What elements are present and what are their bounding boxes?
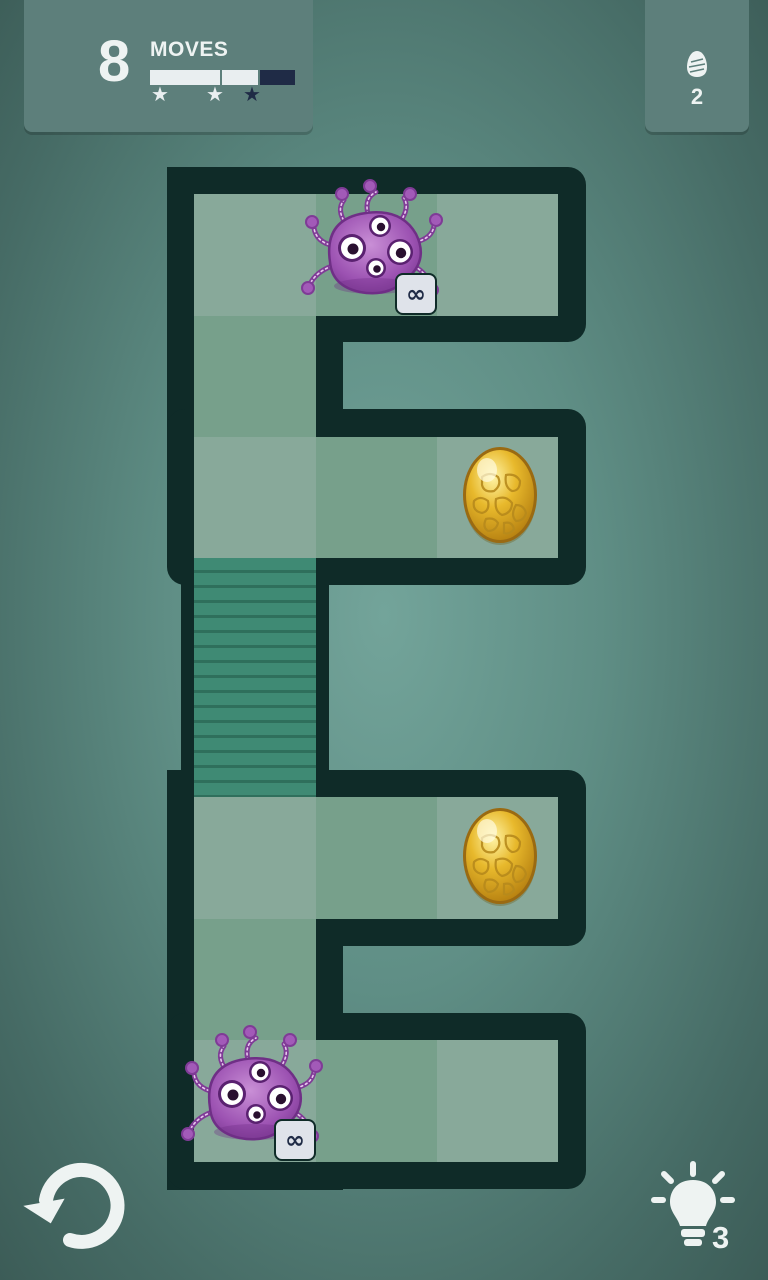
hint-count: 3 [712, 1220, 730, 1255]
infinity-badge: ∞ [395, 273, 437, 315]
floor-tile[interactable] [316, 437, 437, 558]
floor-tile[interactable] [437, 194, 558, 316]
undo-icon[interactable] [22, 1160, 126, 1252]
floor-tile[interactable] [194, 797, 316, 919]
floor-tile[interactable] [437, 1040, 558, 1162]
svg-text:∞: ∞ [285, 1126, 305, 1154]
svg-text:∞: ∞ [406, 280, 426, 308]
floor-tile[interactable] [194, 919, 316, 1040]
infinity-badge: ∞ [274, 1119, 316, 1161]
floor-tile[interactable] [194, 316, 316, 437]
water-channel [194, 558, 316, 797]
golden-egg[interactable] [461, 445, 539, 547]
floor-tile[interactable] [316, 797, 437, 919]
floor-tile[interactable] [194, 437, 316, 558]
game-board: ∞ ∞ [167, 167, 586, 1190]
floor-tile[interactable] [316, 1040, 437, 1162]
floor-tile[interactable] [194, 194, 316, 316]
golden-egg[interactable] [461, 806, 539, 908]
